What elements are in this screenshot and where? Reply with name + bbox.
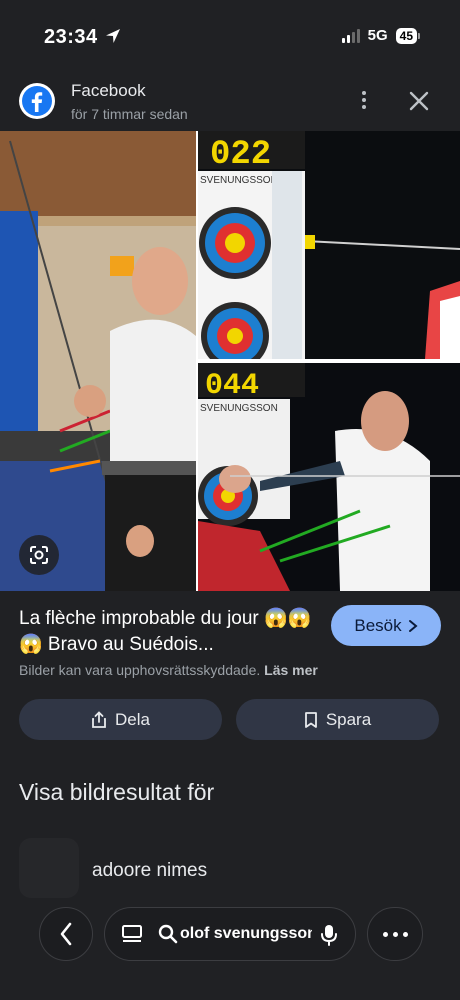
source-time: för 7 timmar sedan bbox=[71, 106, 188, 122]
facebook-logo bbox=[19, 83, 55, 119]
visit-label: Besök bbox=[354, 615, 402, 635]
archery-collage: 022 SVENUNGSSON 044 SVENUNGSSON bbox=[0, 131, 460, 591]
copyright-notice: Bilder kan vara upphovsrättsskyddade. Lä… bbox=[19, 662, 318, 678]
chevron-left-icon bbox=[60, 922, 72, 946]
signal-icon bbox=[341, 28, 360, 43]
more-horiz-icon[interactable] bbox=[367, 907, 423, 961]
search-icon bbox=[158, 924, 178, 944]
mic-icon[interactable] bbox=[319, 923, 339, 947]
image-title-block: La flèche improbable du jour 😱😱 😱 Bravo … bbox=[19, 606, 319, 658]
status-indicators: 5G 45 bbox=[341, 27, 420, 44]
result-image[interactable]: 022 SVENUNGSSON 044 SVENUNGSSON bbox=[0, 131, 460, 591]
bottom-banner: SVENUNGSSON bbox=[200, 403, 278, 414]
back-button[interactable] bbox=[39, 907, 93, 961]
related-heading: Visa bildresultat för bbox=[19, 779, 215, 805]
battery-level: 45 bbox=[395, 27, 417, 44]
save-label: Spara bbox=[325, 709, 372, 729]
top-scoreboard: 022 bbox=[210, 136, 271, 174]
share-label: Dela bbox=[115, 709, 150, 729]
location-arrow-icon bbox=[106, 29, 120, 43]
visit-button[interactable]: Besök bbox=[331, 605, 441, 646]
search-query[interactable]: olof svenungsson bbox=[180, 925, 312, 943]
source-name[interactable]: Facebook bbox=[71, 81, 146, 101]
tabs-icon[interactable] bbox=[121, 923, 143, 945]
status-bar: 23:34 5G 45 bbox=[0, 0, 460, 70]
related-item-label[interactable]: adoore nimes bbox=[92, 860, 207, 882]
more-vert-icon[interactable] bbox=[352, 85, 376, 115]
battery-icon: 45 bbox=[395, 27, 420, 44]
bottom-bar: olof svenungsson bbox=[0, 905, 460, 965]
image-title[interactable]: La flèche improbable du jour 😱😱 😱 Bravo … bbox=[19, 606, 319, 658]
chevron-right-icon bbox=[408, 619, 418, 632]
close-icon[interactable] bbox=[405, 87, 433, 115]
top-banner: SVENUNGSSON bbox=[200, 175, 278, 186]
lens-icon bbox=[30, 546, 48, 564]
save-button[interactable]: Spara bbox=[236, 699, 439, 740]
network-type: 5G bbox=[367, 27, 388, 44]
source-header: Facebook för 7 timmar sedan bbox=[0, 75, 460, 125]
lens-button[interactable] bbox=[19, 535, 59, 575]
share-button[interactable]: Dela bbox=[19, 699, 222, 740]
search-bar[interactable]: olof svenungsson bbox=[104, 907, 356, 961]
copyright-text: Bilder kan vara upphovsrättsskyddade. bbox=[19, 662, 261, 678]
related-thumbnail[interactable] bbox=[19, 838, 79, 898]
bottom-scoreboard: 044 bbox=[205, 369, 259, 403]
bookmark-icon bbox=[304, 711, 317, 728]
learn-more-link[interactable]: Läs mer bbox=[264, 662, 318, 678]
status-time: 23:34 bbox=[44, 26, 98, 48]
share-icon bbox=[92, 710, 106, 728]
